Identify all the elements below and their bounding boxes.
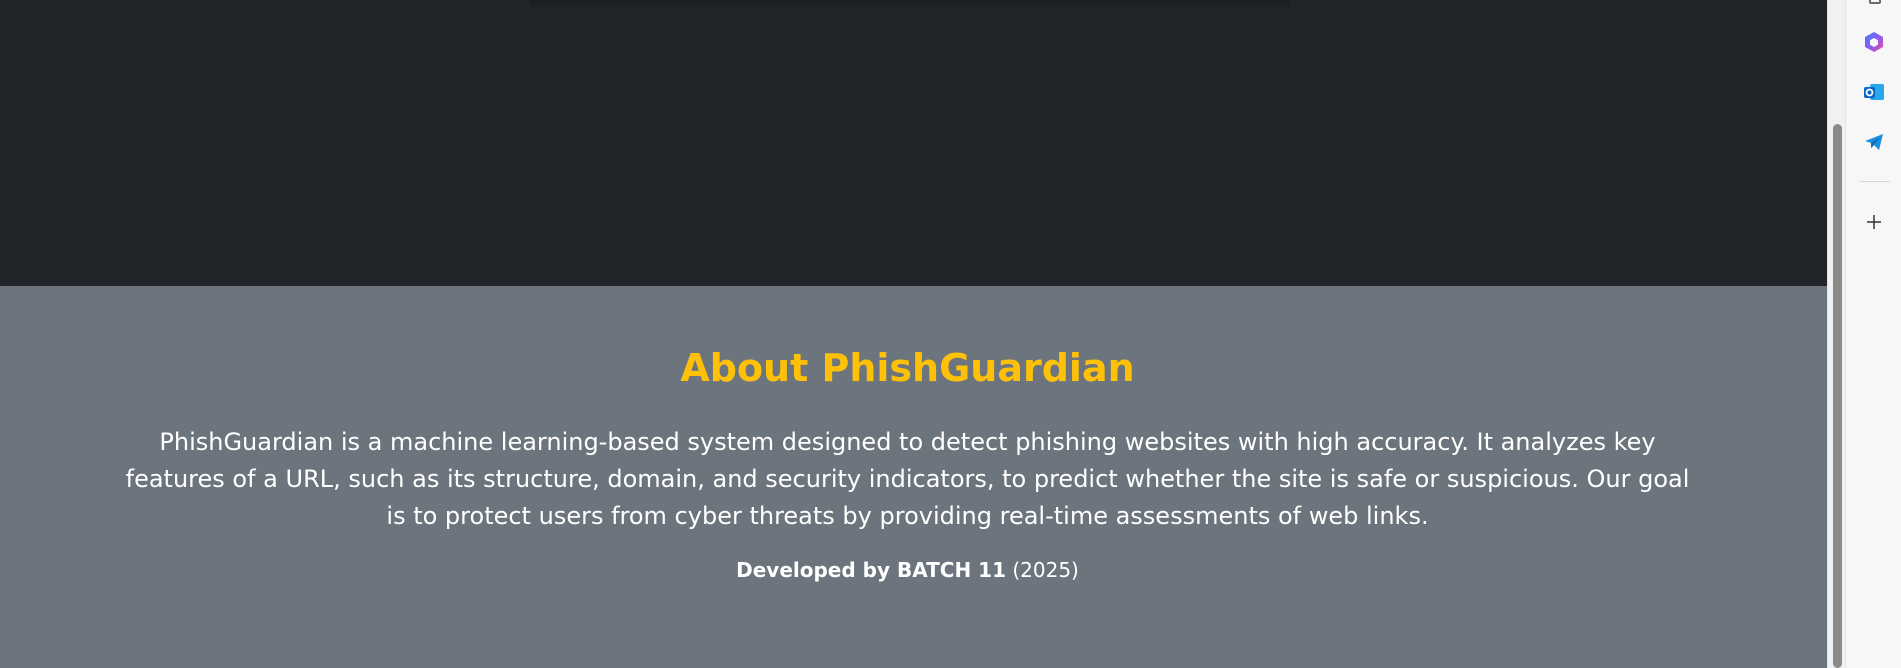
credit-line: Developed by BATCH 11 (2025): [0, 558, 1815, 582]
card-shadow: [530, 0, 1290, 14]
about-section: About PhishGuardian PhishGuardian is a m…: [0, 286, 1827, 668]
browser-sidebar: [1845, 0, 1901, 668]
dark-hero-section: [0, 0, 1827, 286]
credit-team: BATCH 11: [896, 558, 1006, 582]
page-viewport: About PhishGuardian PhishGuardian is a m…: [0, 0, 1827, 668]
credit-year: (2025): [1006, 558, 1079, 582]
copilot-icon[interactable]: [1862, 30, 1886, 54]
outlook-icon[interactable]: [1862, 80, 1886, 104]
sidebar-partial-icon[interactable]: [1869, 0, 1881, 4]
telegram-icon[interactable]: [1862, 130, 1886, 154]
about-description: PhishGuardian is a machine learning-base…: [125, 428, 1690, 530]
about-title: About PhishGuardian: [680, 346, 1135, 390]
credit-prefix: Developed by: [736, 558, 897, 582]
add-icon[interactable]: [1862, 210, 1886, 234]
scrollbar-thumb[interactable]: [1833, 124, 1842, 668]
page-scrollbar[interactable]: [1827, 0, 1845, 668]
sidebar-divider: [1860, 181, 1890, 182]
